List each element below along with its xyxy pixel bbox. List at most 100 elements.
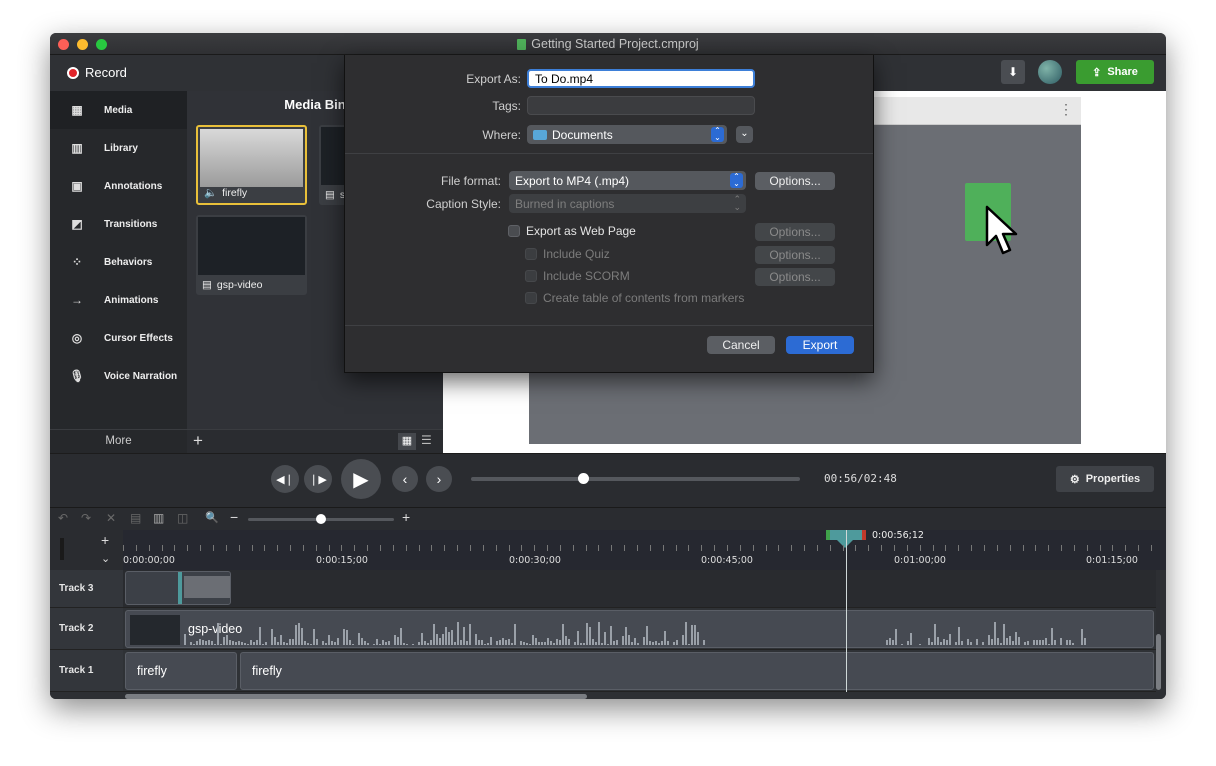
timeline-ruler[interactable]: 0:00:00;00 0:00:15;00 0:00:30;00 0:00:45… — [123, 530, 1166, 570]
file-format-label: File format: — [440, 174, 501, 188]
zoom-window-button[interactable] — [96, 39, 107, 50]
add-icon[interactable]: + — [193, 431, 203, 451]
sidebar-item-cursor-effects[interactable]: ◎ Cursor Effects — [50, 319, 187, 357]
cancel-button[interactable]: Cancel — [707, 336, 775, 354]
playhead-handle[interactable] — [833, 536, 857, 548]
chevron-down-icon[interactable]: ⌄ — [101, 552, 110, 565]
cut-icon[interactable]: ✕ — [106, 511, 116, 525]
minimize-window-button[interactable] — [77, 39, 88, 50]
properties-button[interactable]: ⚙ Properties — [1056, 466, 1154, 492]
where-select[interactable]: Documents ⌃ ⌄ — [527, 125, 727, 144]
zoom-out-icon[interactable]: − — [230, 509, 238, 525]
sidebar-item-voice-narration[interactable]: 🎙 Voice Narration — [50, 357, 187, 395]
track-controls-header: + ⌄ — [50, 530, 123, 570]
include-quiz-checkbox[interactable]: Include Quiz — [525, 247, 610, 261]
scorm-options-button[interactable]: Options... — [755, 268, 835, 286]
add-track-icon[interactable]: + — [101, 532, 109, 548]
step-forward-button[interactable]: ❘▶ — [304, 465, 332, 493]
ruler-tick — [855, 545, 857, 551]
sidebar-item-label: Transitions — [104, 218, 158, 230]
undo-icon[interactable]: ↶ — [58, 511, 68, 525]
sidebar-item-behaviors[interactable]: ⁘ Behaviors — [50, 243, 187, 281]
track-1-header[interactable]: Track 1 — [50, 650, 123, 692]
document-icon — [517, 38, 527, 50]
track-label: Track 2 — [59, 623, 94, 634]
ruler-tick — [726, 545, 728, 551]
copy-icon[interactable]: ▤ — [130, 511, 141, 525]
sidebar-item-annotations[interactable]: ▣ Annotations — [50, 167, 187, 205]
sidebar-item-animations[interactable]: → Animations — [50, 281, 187, 319]
ruler-tick — [894, 545, 895, 551]
track-3-clip[interactable] — [125, 571, 231, 605]
paste-icon[interactable]: ▥ — [153, 511, 164, 525]
track-1-clip[interactable]: firefly — [240, 652, 1154, 690]
ruler-tick — [1099, 545, 1101, 551]
video-icon: ▤ — [202, 279, 212, 291]
video-thumbnail — [198, 217, 305, 275]
track-2-row[interactable]: gsp-video — [123, 608, 1156, 650]
include-scorm-checkbox[interactable]: Include SCORM — [525, 269, 630, 283]
sidebar-item-media[interactable]: ▦ Media — [50, 91, 187, 129]
list-view-icon[interactable]: ☰ — [421, 433, 432, 447]
ruler-tick — [765, 545, 767, 551]
grid-view-icon[interactable]: ▦ — [398, 433, 416, 450]
ruler-tick — [508, 545, 510, 551]
ruler-tick — [1035, 545, 1037, 551]
sidebar-item-transitions[interactable]: ◩ Transitions — [50, 205, 187, 243]
file-format-select[interactable]: Export to MP4 (.mp4) ⌃ ⌄ — [509, 171, 746, 190]
ruler-tick — [868, 545, 870, 551]
quiz-options-button[interactable]: Options... — [755, 246, 835, 264]
caption-style-select[interactable]: Burned in captions ⌃ ⌄ — [509, 194, 746, 213]
export-web-checkbox[interactable]: Export as Web Page — [508, 224, 636, 238]
share-button[interactable]: ⇪ Share — [1076, 60, 1154, 84]
ruler-tick — [251, 545, 253, 551]
expand-button[interactable]: ⌄ — [736, 126, 753, 143]
zoom-in-icon[interactable]: + — [402, 509, 410, 525]
record-label: Record — [85, 65, 127, 80]
step-back-button[interactable]: ◀❘ — [271, 465, 299, 493]
more-button[interactable]: More — [50, 429, 187, 453]
more-options-icon[interactable]: ⋮ — [1059, 101, 1073, 118]
track-3-row[interactable] — [123, 570, 1156, 608]
ruler-tick — [714, 545, 716, 551]
playback-scrubber[interactable] — [471, 473, 800, 484]
zoom-slider-handle[interactable] — [316, 514, 326, 524]
ruler-tick — [457, 545, 459, 551]
ruler-tick — [829, 545, 831, 551]
redo-icon[interactable]: ↷ — [81, 511, 91, 525]
ruler-tick — [521, 545, 523, 551]
track-1-row[interactable]: firefly firefly — [123, 650, 1156, 692]
time-display: 00:56/02:48 — [824, 472, 897, 485]
track-1-clip[interactable]: firefly — [125, 652, 237, 690]
next-button[interactable]: › — [426, 466, 452, 492]
transition-icon: ◩ — [71, 217, 83, 231]
file-format-options-button[interactable]: Options... — [755, 172, 835, 190]
download-icon[interactable]: ⬇ — [1001, 60, 1025, 84]
avatar[interactable] — [1038, 60, 1062, 84]
media-item-gsp-video[interactable]: ▤ gsp-video — [196, 215, 307, 295]
close-window-button[interactable] — [58, 39, 69, 50]
sidebar-item-label: Library — [104, 142, 138, 154]
divider — [345, 325, 873, 326]
scrubber-handle[interactable] — [577, 473, 589, 484]
tags-field[interactable] — [527, 96, 755, 115]
record-button[interactable]: Record — [67, 65, 127, 80]
track-2-clip[interactable]: gsp-video — [125, 610, 1154, 648]
track-2-header[interactable]: Track 2 — [50, 608, 123, 650]
web-options-button[interactable]: Options... — [755, 223, 835, 241]
track-height-slider[interactable] — [60, 538, 64, 560]
media-item-firefly[interactable]: 🔈 firefly — [196, 125, 307, 205]
horizontal-scrollbar[interactable] — [125, 694, 587, 699]
previous-button[interactable]: ‹ — [392, 466, 418, 492]
play-button[interactable]: ▶ — [341, 459, 381, 499]
track-3-header[interactable]: Track 3 — [50, 570, 123, 608]
sidebar-item-library[interactable]: ▥ Library — [50, 129, 187, 167]
ruler-tick — [1151, 545, 1152, 551]
toc-checkbox[interactable]: Create table of contents from markers — [525, 291, 744, 305]
split-icon[interactable]: ◫ — [177, 511, 188, 525]
export-as-field[interactable] — [527, 69, 755, 88]
zoom-slider[interactable] — [248, 514, 394, 524]
vertical-scrollbar[interactable] — [1156, 634, 1161, 690]
ruler-label: 0:01:00;00 — [894, 555, 946, 566]
export-button[interactable]: Export — [786, 336, 854, 354]
